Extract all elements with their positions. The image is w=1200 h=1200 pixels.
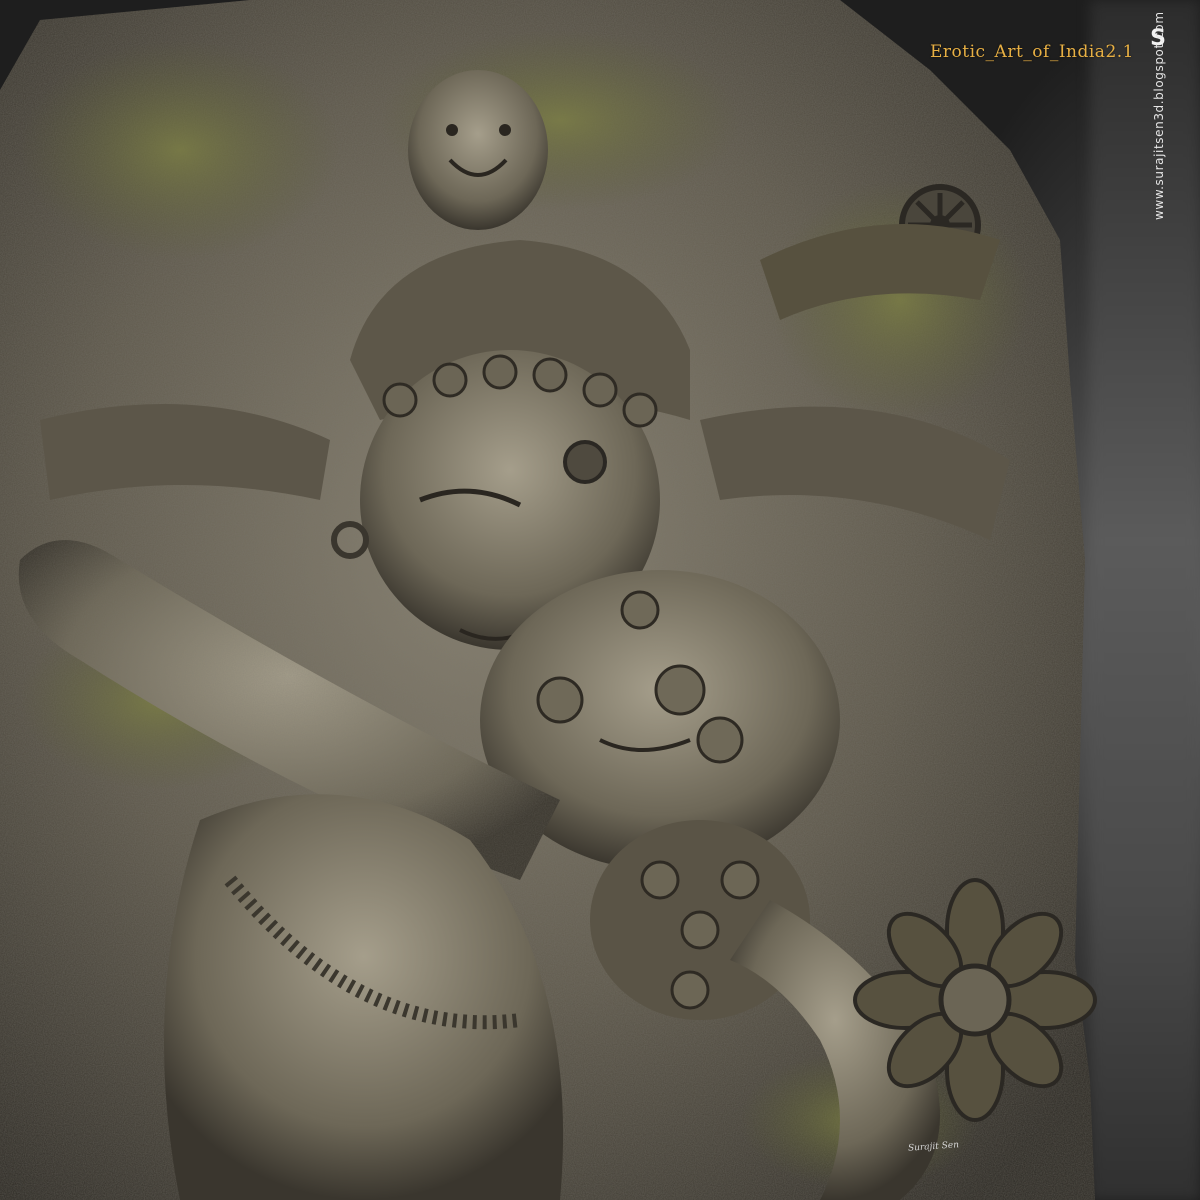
artwork-title: Erotic_Art_of_India2.1 xyxy=(930,42,1134,62)
url-watermark-container: www.surajitsen3d.blogspot.com xyxy=(1152,11,1170,240)
stone-relief-image xyxy=(0,0,1097,1200)
artwork-canvas: Erotic_Art_of_India2.1 S www.surajitsen3… xyxy=(0,0,1200,1200)
url-watermark: www.surajitsen3d.blogspot.com xyxy=(1152,11,1166,220)
